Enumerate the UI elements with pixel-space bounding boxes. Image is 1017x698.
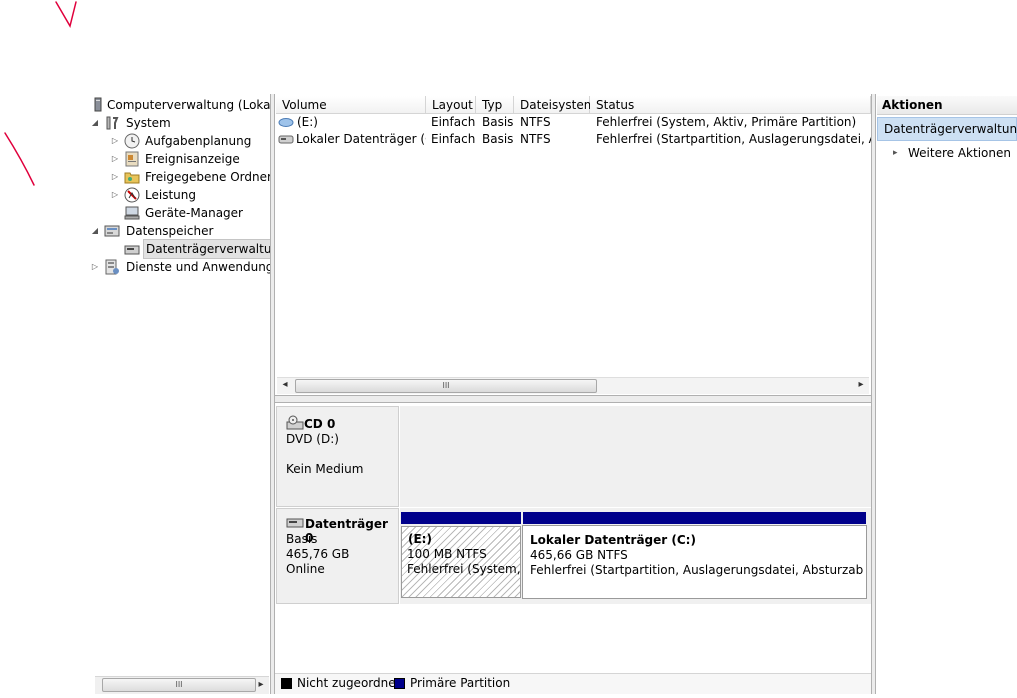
action-disk-management[interactable]: Datenträgerverwaltung: [877, 117, 1017, 141]
volume-icon: [278, 117, 294, 131]
partition-bar-e: [401, 512, 521, 524]
cd0-area[interactable]: [400, 406, 871, 507]
more-actions-link[interactable]: Weitere Aktionen: [908, 146, 1011, 160]
expand-arrow-icon[interactable]: ▷: [90, 258, 100, 276]
list-scrollbar-thumb[interactable]: III: [295, 379, 597, 393]
performance-icon: [124, 187, 140, 203]
tree-item-shared-folders[interactable]: ▷ Freigegebene Ordner: [90, 168, 272, 186]
clock-icon: [124, 133, 140, 149]
scroll-left-icon[interactable]: ◂: [280, 379, 290, 391]
collapse-arrow-icon[interactable]: ◢: [90, 114, 100, 132]
scroll-right-icon[interactable]: ▸: [856, 379, 866, 391]
drive-icon: [278, 134, 294, 148]
column-header-dateisystem[interactable]: Dateisystem: [514, 96, 595, 114]
storage-icon: [104, 223, 120, 239]
column-header-typ[interactable]: Typ: [476, 96, 514, 114]
legend-primary-swatch: [394, 678, 405, 689]
tree-scroll-right-icon[interactable]: ▸: [256, 678, 266, 692]
actions-header: Aktionen: [877, 96, 1017, 115]
right-pane-splitter[interactable]: [871, 94, 876, 694]
expand-arrow-icon[interactable]: ▷: [110, 132, 120, 150]
more-actions-arrow-icon: ▸: [893, 148, 898, 158]
event-viewer-icon: [124, 151, 140, 167]
disk-graphical-view: CD 0 DVD (D:) Kein Medium Datenträger 0 …: [275, 403, 871, 694]
legend-unallocated-swatch: [281, 678, 292, 689]
disk-management-icon: [124, 241, 140, 257]
table-row[interactable]: Lokaler Datenträger (C:) Einfach Basis N…: [275, 131, 871, 148]
tree-item-task-scheduler[interactable]: ▷ Aufgabenplanung: [90, 132, 270, 150]
tree-item-disk-management[interactable]: Datenträgerverwaltung: [90, 239, 290, 259]
horizontal-splitter[interactable]: [275, 395, 871, 403]
expand-arrow-icon[interactable]: ▷: [110, 150, 120, 168]
tree-item-system[interactable]: ◢ System: [90, 114, 270, 132]
column-header-status[interactable]: Status: [590, 96, 871, 114]
disk-label-disk0[interactable]: Datenträger 0 Basis 465,76 GB Online: [276, 508, 399, 604]
expand-arrow-icon[interactable]: ▷: [110, 168, 120, 186]
disk-label-cd0[interactable]: CD 0 DVD (D:) Kein Medium: [276, 406, 399, 507]
column-header-layout[interactable]: Layout: [426, 96, 476, 114]
tree-scrollbar-thumb[interactable]: III: [102, 678, 256, 692]
partition-bar-c: [523, 512, 866, 524]
expand-arrow-icon[interactable]: ▷: [110, 186, 120, 204]
navigation-tree[interactable]: Computerverwaltung (Lokal) ◢ System ▷ Au…: [90, 93, 290, 693]
services-icon: [104, 259, 120, 275]
volume-list[interactable]: Volume Layout Typ Dateisystem Status (E:…: [275, 94, 871, 394]
hard-disk-icon: [286, 517, 304, 532]
column-header-volume[interactable]: Volume: [276, 96, 426, 114]
collapse-arrow-icon[interactable]: ◢: [90, 222, 100, 240]
tree-item-storage[interactable]: ◢ Datenspeicher: [90, 222, 270, 240]
partition-e[interactable]: (E:) 100 MB NTFS Fehlerfrei (System, A: [401, 526, 521, 598]
device-manager-icon: [124, 205, 140, 221]
system-tools-icon: [104, 115, 120, 131]
shared-folder-icon: [124, 169, 140, 185]
tree-item-performance[interactable]: ▷ Leistung: [90, 186, 270, 204]
tree-item-computer-management[interactable]: Computerverwaltung (Lokal): [90, 96, 279, 114]
actions-pane: [877, 94, 1017, 694]
tree-item-device-manager[interactable]: Geräte-Manager: [90, 204, 270, 222]
tree-item-event-viewer[interactable]: ▷ Ereignisanzeige: [90, 150, 270, 168]
tree-item-services-applications[interactable]: ▷ Dienste und Anwendungen: [90, 258, 288, 276]
partition-c[interactable]: Lokaler Datenträger (C:) 465,66 GB NTFS …: [522, 525, 867, 599]
table-row[interactable]: (E:) Einfach Basis NTFS Fehlerfrei (Syst…: [275, 114, 871, 131]
legend: Nicht zugeordnet Primäre Partition: [275, 673, 871, 694]
